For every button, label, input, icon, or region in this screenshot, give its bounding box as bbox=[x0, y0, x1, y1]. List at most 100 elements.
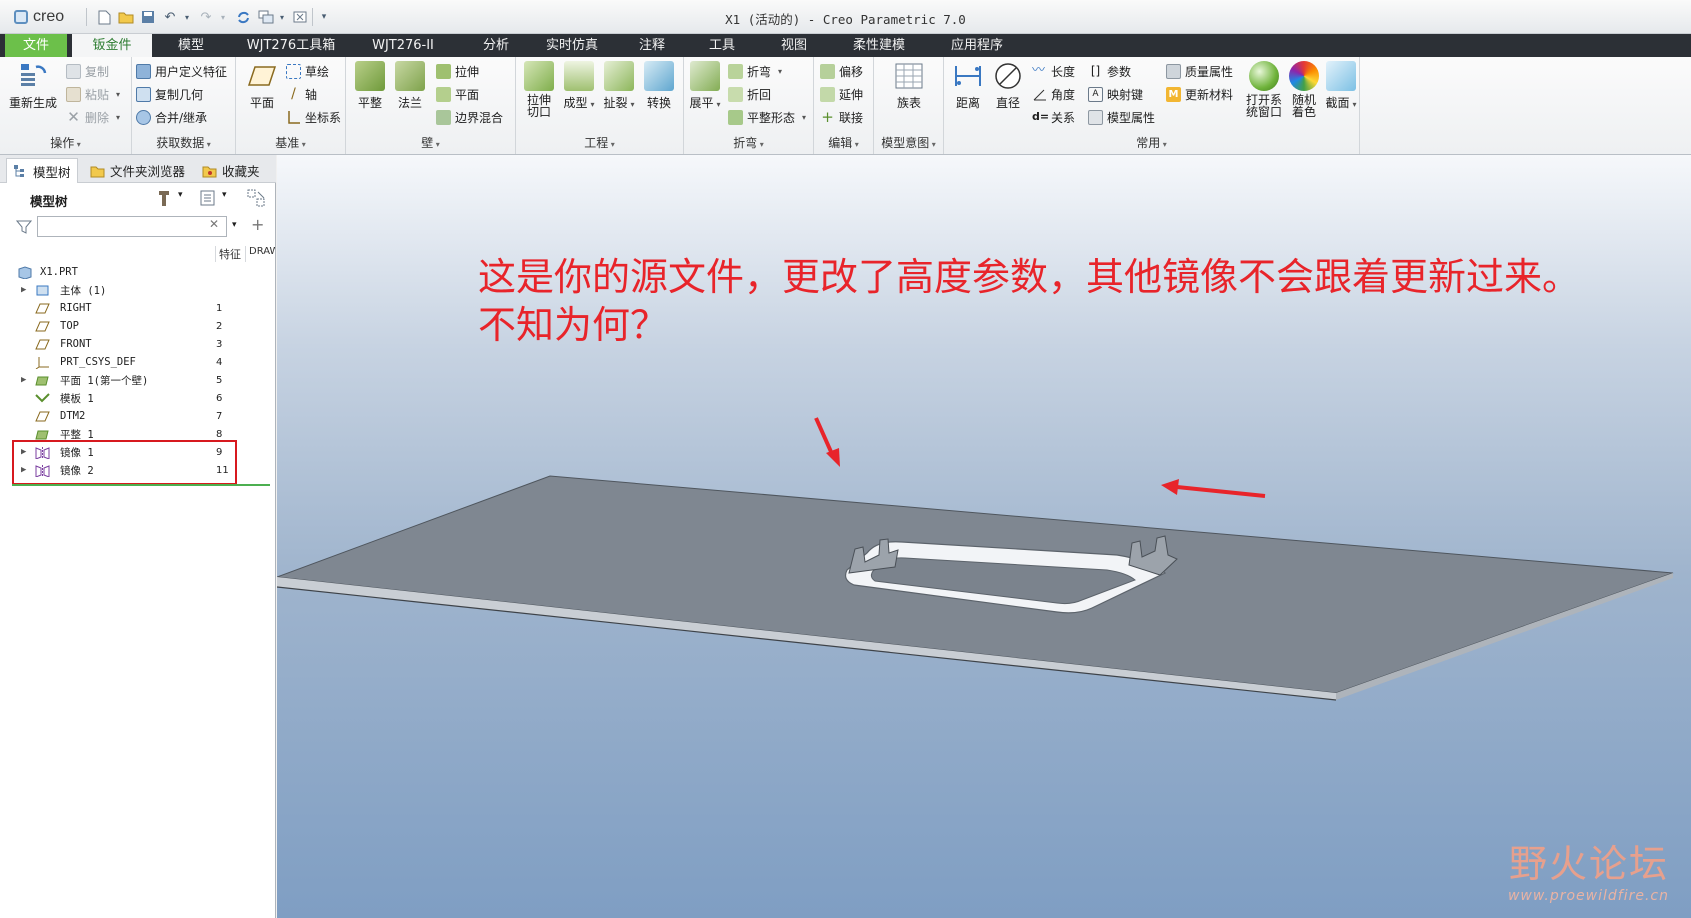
csys-button[interactable]: 坐标系 bbox=[286, 107, 341, 127]
unbend-button[interactable]: 展平 bbox=[686, 61, 724, 111]
tab-model[interactable]: 模型 bbox=[156, 34, 226, 57]
paste-button[interactable]: 粘贴 bbox=[66, 84, 120, 104]
insert-here-marker[interactable] bbox=[12, 484, 270, 486]
tree-item-dtm2[interactable]: DTM2 7 bbox=[0, 407, 276, 425]
angle-label: 角度 bbox=[1051, 87, 1076, 102]
merge-inherit-icon bbox=[136, 109, 151, 125]
form-button[interactable]: 成型 bbox=[560, 61, 598, 111]
show-options-dropdown-icon[interactable]: ▾ bbox=[222, 190, 227, 200]
relations-button[interactable]: d= 关系 bbox=[1032, 107, 1075, 127]
flange-label: 法兰 bbox=[397, 96, 422, 110]
convert-button[interactable]: 转换 bbox=[640, 61, 678, 111]
tree-item-label: PRT_CSYS_DEF bbox=[60, 356, 136, 368]
tab-favorites[interactable]: 收藏夹 bbox=[196, 158, 266, 183]
sketch-button[interactable]: 草绘 bbox=[286, 61, 329, 81]
flat-pattern-button[interactable]: 平整形态 bbox=[728, 107, 806, 127]
extend-button[interactable]: 延伸 bbox=[820, 84, 863, 104]
angle-icon bbox=[1032, 87, 1047, 102]
open-system-window-icon bbox=[1249, 61, 1279, 91]
delete-icon: ✕ bbox=[67, 107, 80, 126]
planar-wall-button[interactable]: 平面 bbox=[436, 84, 479, 104]
length-button[interactable]: 〰 长度 bbox=[1032, 61, 1075, 81]
feature-number: 6 bbox=[216, 392, 223, 404]
mass-properties-label: 质量属性 bbox=[1185, 64, 1234, 79]
mass-properties-button[interactable]: 质量属性 bbox=[1166, 61, 1233, 81]
tree-item-prt-csys-def[interactable]: PRT_CSYS_DEF 4 bbox=[0, 353, 276, 371]
tab-view[interactable]: 视图 bbox=[764, 34, 824, 57]
tab-wjt276-toolbox[interactable]: WJT276工具箱 bbox=[236, 34, 346, 57]
random-color-button[interactable]: 随机着色 bbox=[1286, 61, 1322, 118]
tab-folder-browser[interactable]: 文件夹浏览器 bbox=[84, 158, 191, 183]
copy-geometry-button[interactable]: 复制几何 bbox=[136, 84, 203, 104]
bend-back-button[interactable]: 折回 bbox=[728, 84, 771, 104]
column-header-feature[interactable]: 特征 bbox=[215, 246, 241, 262]
tree-item-form[interactable]: 模板 1 6 bbox=[0, 389, 276, 407]
tree-item-front[interactable]: FRONT 3 bbox=[0, 335, 276, 353]
tree-settings-icon[interactable] bbox=[156, 189, 172, 207]
tab-file[interactable]: 文件 bbox=[5, 34, 67, 57]
feature-number: 8 bbox=[216, 428, 223, 440]
filter-icon[interactable] bbox=[15, 219, 33, 235]
regenerate-label: 重新生成 bbox=[8, 96, 57, 110]
tree-item-x1-prt[interactable]: X1.PRT bbox=[0, 263, 276, 281]
angle-button[interactable]: 角度 bbox=[1032, 84, 1075, 104]
feature-number: 4 bbox=[216, 356, 223, 368]
expand-arrow-icon[interactable]: ▶ bbox=[21, 375, 31, 385]
tab-analysis[interactable]: 分析 bbox=[466, 34, 526, 57]
flat-wall-icon bbox=[355, 61, 385, 91]
axis-button[interactable]: / 轴 bbox=[286, 84, 317, 104]
extrude-wall-button[interactable]: 拉伸 bbox=[436, 61, 479, 81]
graphics-viewport[interactable]: 这是你的源文件，更改了高度参数，其他镜像不会跟着更新过来。 不知为何？ 野火论坛… bbox=[277, 155, 1691, 918]
merge-inherit-button[interactable]: 合并/继承 bbox=[136, 107, 207, 127]
regenerate-button[interactable]: 重新生成 bbox=[6, 61, 60, 111]
tab-model-tree[interactable]: 模型树 bbox=[6, 158, 78, 183]
udf-button[interactable]: 用户定义特征 bbox=[136, 61, 227, 81]
tab-flexible-modeling[interactable]: 柔性建模 bbox=[834, 34, 924, 57]
offset-button[interactable]: 偏移 bbox=[820, 61, 863, 81]
tab-applications[interactable]: 应用程序 bbox=[932, 34, 1022, 57]
copy-button[interactable]: 复制 bbox=[66, 61, 109, 81]
boundary-blend-button[interactable]: 边界混合 bbox=[436, 107, 503, 127]
offset-label: 偏移 bbox=[839, 64, 864, 79]
mapkey-button[interactable]: A 映射键 bbox=[1088, 84, 1143, 104]
tab-sheetmetal[interactable]: 钣金件 bbox=[72, 34, 152, 57]
flat-wall-button[interactable]: 平整 bbox=[352, 61, 388, 111]
merge-inherit-label: 合并/继承 bbox=[155, 110, 208, 125]
family-table-button[interactable]: 族表 bbox=[887, 61, 931, 111]
model-properties-button[interactable]: 模型属性 bbox=[1088, 107, 1155, 127]
distance-button[interactable]: 距离 bbox=[948, 61, 988, 111]
section-button[interactable]: 截面 bbox=[1322, 61, 1360, 111]
tree-search-input[interactable] bbox=[37, 216, 227, 237]
tree-item-body[interactable]: ▶ 主体 (1) bbox=[0, 281, 276, 299]
show-options-icon[interactable] bbox=[200, 190, 216, 206]
search-dropdown-icon[interactable]: ▾ bbox=[232, 220, 237, 230]
boundary-blend-label: 边界混合 bbox=[455, 110, 504, 125]
parameters-button[interactable]: [] 参数 bbox=[1088, 61, 1131, 81]
tab-wjt276-ii[interactable]: WJT276-II bbox=[358, 34, 448, 57]
tree-item-flat-wall[interactable]: ▶ 平面 1(第一个壁) 5 bbox=[0, 371, 276, 389]
update-material-button[interactable]: M 更新材料 bbox=[1166, 84, 1233, 104]
axis-label: 轴 bbox=[305, 87, 318, 102]
delete-button[interactable]: ✕ 删除 bbox=[66, 107, 120, 127]
extrude-cut-button[interactable]: 拉伸切口 bbox=[520, 61, 558, 118]
open-system-window-button[interactable]: 打开系统窗口 bbox=[1244, 61, 1284, 118]
tree-settings-dropdown-icon[interactable]: ▾ bbox=[178, 190, 183, 200]
navigator-tabs: 模型树 文件夹浏览器 收藏夹 bbox=[0, 155, 276, 183]
tree-item-right[interactable]: RIGHT 1 bbox=[0, 299, 276, 317]
tab-tools[interactable]: 工具 bbox=[692, 34, 752, 57]
expand-arrow-icon[interactable]: ▶ bbox=[21, 285, 31, 295]
datum-plane-button[interactable]: 平面 bbox=[240, 61, 284, 111]
bend-button[interactable]: 折弯 bbox=[728, 61, 782, 81]
column-header-draw[interactable]: DRAW bbox=[245, 246, 275, 262]
rip-button[interactable]: 扯裂 bbox=[600, 61, 638, 111]
diameter-button[interactable]: 直径 bbox=[988, 61, 1028, 111]
tab-realtime-sim[interactable]: 实时仿真 bbox=[532, 34, 612, 57]
join-button[interactable]: + 联接 bbox=[820, 107, 863, 127]
tree-item-top[interactable]: TOP 2 bbox=[0, 317, 276, 335]
add-filter-icon[interactable]: + bbox=[251, 215, 264, 234]
tab-annotate[interactable]: 注释 bbox=[622, 34, 682, 57]
rip-label: 扯裂 bbox=[603, 96, 634, 110]
clear-search-icon[interactable]: ✕ bbox=[209, 217, 219, 231]
flange-button[interactable]: 法兰 bbox=[392, 61, 428, 111]
tree-filter-options-icon[interactable] bbox=[246, 188, 266, 208]
